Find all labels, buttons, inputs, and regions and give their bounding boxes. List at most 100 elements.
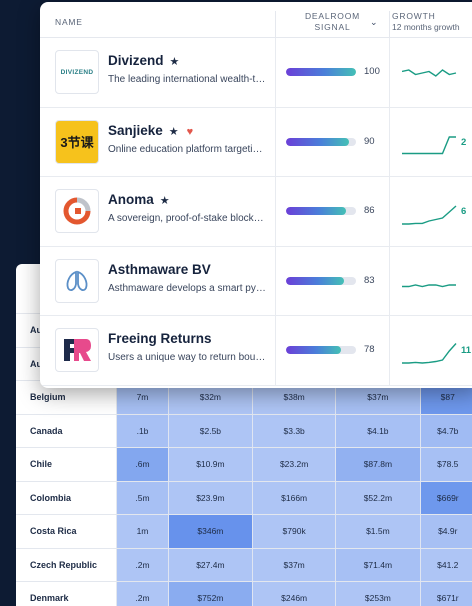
divizend-logo[interactable]: DIVIZEND xyxy=(55,50,99,94)
heatmap-cell: 1m xyxy=(117,515,169,548)
sanjieke-logo[interactable]: 3节课 xyxy=(55,119,99,164)
company-description: The leading international wealth-t… xyxy=(108,74,266,85)
signal-value: 83 xyxy=(364,274,375,286)
heatmap-cell: $27.4m xyxy=(168,548,254,581)
heatmap-cell: .1b xyxy=(117,414,169,447)
heatmap-row: Chile .6m $10.9m $23.2m $87.8m $78.5 xyxy=(16,448,472,482)
company-name[interactable]: Sanjieke ★ ♥ xyxy=(108,123,193,138)
heatmap-row: Denmark .2m $752m $246m $253m $671r xyxy=(16,582,472,606)
heatmap-row: Colombia .5m $23.9m $166m $52.2m $669r xyxy=(16,481,472,515)
star-icon[interactable]: ★ xyxy=(170,56,180,68)
company-name-text: Freeing Returns xyxy=(108,331,212,346)
heatmap-cell: $78.5 xyxy=(420,448,472,481)
sparkline-path xyxy=(402,343,457,364)
heatmap-cell: $4.1b xyxy=(336,414,421,447)
column-header-growth[interactable]: GROWTH 12 months growth xyxy=(392,11,460,33)
column-header-name[interactable]: NAME xyxy=(55,17,83,27)
star-icon[interactable]: ★ xyxy=(160,195,170,207)
heatmap-cell: $23.9m xyxy=(168,481,254,514)
heart-icon[interactable]: ♥ xyxy=(187,126,194,138)
heatmap-cell: $669r xyxy=(420,481,472,514)
growth-header-line2: 12 months growth xyxy=(392,22,460,32)
heatmap-cell: $87.8m xyxy=(336,448,421,481)
heatmap-cell: $246m xyxy=(253,582,337,606)
company-name[interactable]: Divizend ★ xyxy=(108,53,179,68)
heatmap-country: Denmark xyxy=(16,582,118,606)
heatmap-cell: $2.5b xyxy=(168,414,254,447)
growth-sparkline xyxy=(402,69,457,77)
signal-bar-fill xyxy=(286,137,349,146)
sparkline-path xyxy=(402,283,456,287)
heatmap-cell: .2m xyxy=(117,548,169,581)
heatmap-cell: $37m xyxy=(253,548,337,581)
anoma-logo[interactable] xyxy=(55,189,99,233)
sparkline-path xyxy=(402,69,457,77)
signal-value: 86 xyxy=(364,205,375,216)
company-name-text: Asthmaware BV xyxy=(108,261,211,277)
freeing-returns-logo[interactable] xyxy=(55,328,99,372)
signal-value: 100 xyxy=(364,66,380,77)
heatmap-cell: $3.3b xyxy=(253,414,337,447)
heatmap-cell: .6m xyxy=(117,448,169,481)
heatmap-country: Colombia xyxy=(16,481,118,514)
signal-value: 90 xyxy=(364,135,375,147)
company-description: Asthmaware develops a smart pyj… xyxy=(108,282,268,294)
company-row[interactable]: 3节课 Sanjieke ★ ♥ Online education platform t… xyxy=(40,107,472,177)
heatmap-cell: $671r xyxy=(420,582,472,606)
growth-value: 11 xyxy=(461,345,472,356)
heatmap-cell: $10.9m xyxy=(168,448,254,481)
company-name[interactable]: Freeing Returns xyxy=(108,331,212,346)
heatmap-cell: .5m xyxy=(117,481,169,514)
heatmap-country: Czech Republic xyxy=(16,548,118,581)
star-icon[interactable]: ★ xyxy=(169,126,179,138)
company-description: Users a unique way to return boug… xyxy=(108,352,268,363)
heatmap-country: Costa Rica xyxy=(16,515,118,548)
signal-value: 78 xyxy=(364,344,375,355)
asthmaware-logo[interactable] xyxy=(55,258,99,303)
company-name[interactable]: Asthmaware BV xyxy=(108,262,211,277)
table-header: NAME DEALROOM SIGNAL ⌄ GROWTH 12 months … xyxy=(40,2,472,38)
divizend-logo-text: DIVIZEND xyxy=(60,68,94,76)
heatmap-row: Czech Republic .2m $27.4m $37m $71.4m $41.2 xyxy=(16,548,472,582)
growth-header-line1: GROWTH xyxy=(392,11,436,21)
signal-bar xyxy=(286,346,356,354)
company-row[interactable]: Asthmaware BV Asthmaware develops a smart… xyxy=(40,246,472,316)
growth-sparkline xyxy=(402,283,456,287)
company-name[interactable]: Anoma ★ xyxy=(108,192,170,207)
heatmap-cell: $4.7b xyxy=(420,414,472,447)
signal-bar xyxy=(286,137,356,146)
company-name-text: Anoma xyxy=(108,192,154,207)
sanjieke-logo-text: 3节课 xyxy=(60,135,94,150)
chevron-down-icon[interactable]: ⌄ xyxy=(370,17,378,28)
heatmap-cell: $790k xyxy=(253,515,337,548)
heatmap-country: Chile xyxy=(16,448,118,481)
signal-bar-fill xyxy=(286,346,341,354)
growth-value: 2 xyxy=(461,136,467,148)
heatmap-cell: $1.5m xyxy=(336,515,421,548)
heatmap-cell: $71.4m xyxy=(336,548,421,581)
signal-cell: 83 xyxy=(275,246,390,315)
signal-cell: 78 xyxy=(275,316,390,385)
company-row[interactable]: Freeing Returns Users a unique way to ret… xyxy=(40,316,472,386)
signal-bar-fill xyxy=(286,207,347,215)
signal-cell: 100 xyxy=(275,38,390,107)
heatmap-country: Canada xyxy=(16,414,118,447)
company-row[interactable]: Anoma ★ A sovereign, proof-of-stake blockc… xyxy=(40,177,472,247)
heatmap-cell: $253m xyxy=(336,582,421,606)
signal-bar xyxy=(286,207,356,215)
companies-card: NAME DEALROOM SIGNAL ⌄ GROWTH 12 months … xyxy=(40,2,472,388)
heatmap-cell: $4.9r xyxy=(420,515,472,548)
heatmap-cell: $346m xyxy=(168,515,254,548)
growth-value: 6 xyxy=(461,206,467,217)
company-row[interactable]: DIVIZEND Divizend ★ The leading internation… xyxy=(40,38,472,108)
signal-bar-fill xyxy=(286,68,356,76)
sparkline-path xyxy=(402,135,456,154)
heatmap-cell: $752m xyxy=(168,582,254,606)
heatmap-cell: $166m xyxy=(253,481,337,514)
signal-bar xyxy=(286,68,356,76)
heatmap-cell: $52.2m xyxy=(336,481,421,514)
signal-cell: 86 xyxy=(275,177,390,246)
company-description: Online education platform targeti… xyxy=(108,143,263,155)
heatmap-row: Canada .1b $2.5b $3.3b $4.1b $4.7b xyxy=(16,414,472,448)
sparkline-path xyxy=(402,205,457,225)
